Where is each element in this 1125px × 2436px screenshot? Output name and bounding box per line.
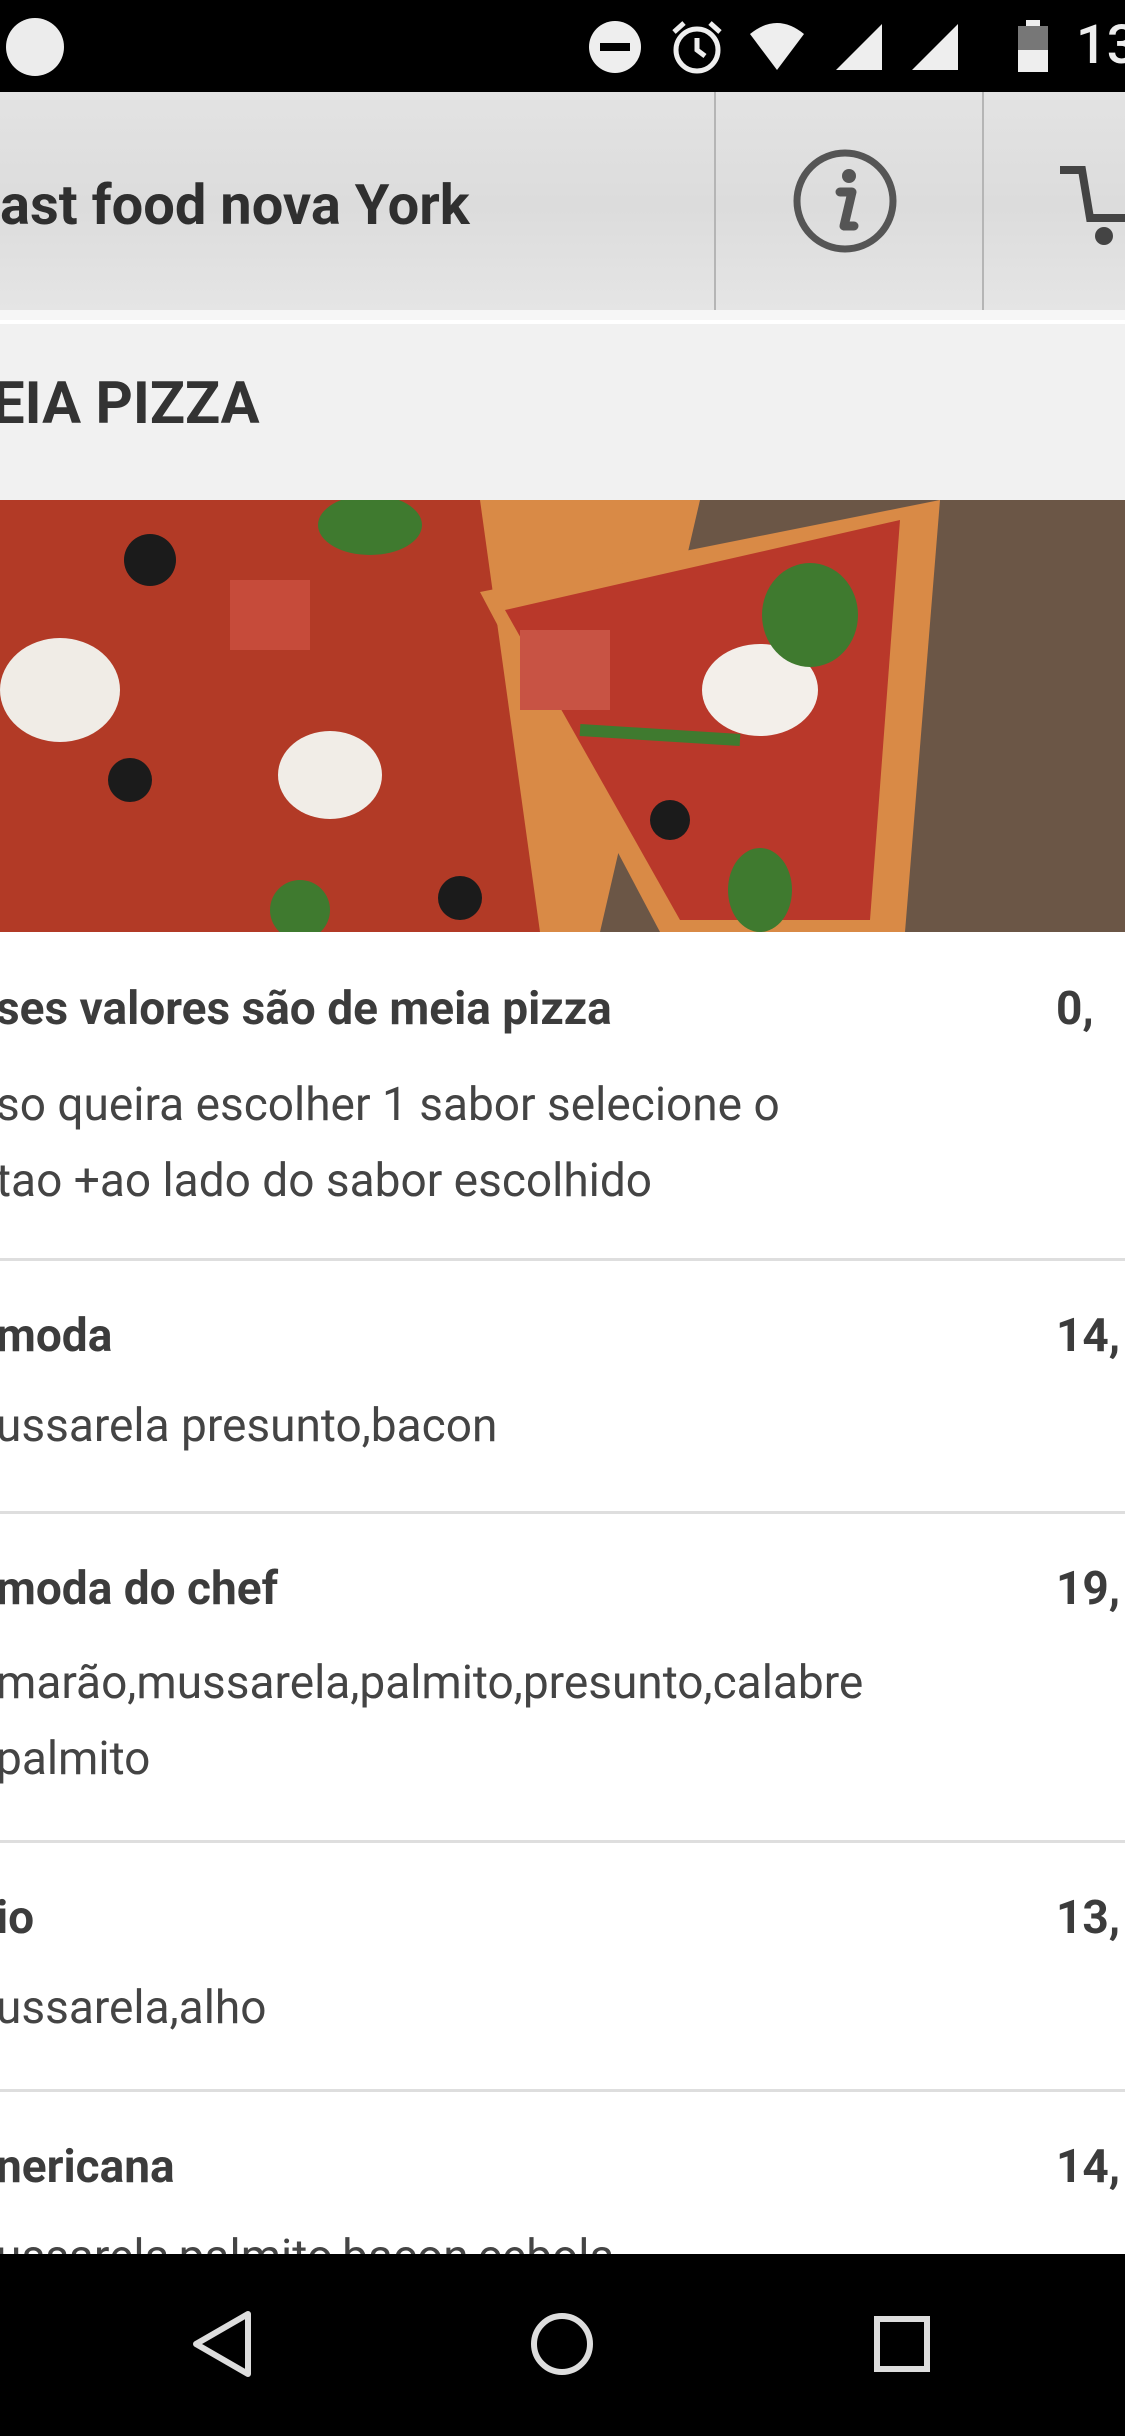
app-header: ast food nova York <box>0 92 1125 320</box>
menu-item[interactable]: nericana 14, ussarela,palmito,bacon,cebo… <box>0 2092 1125 2284</box>
battery-icon <box>1018 20 1048 72</box>
header-bottom-line <box>0 310 1125 320</box>
item-name: io <box>0 1891 35 1945</box>
item-price: 19, <box>1056 1562 1121 1616</box>
menu-item[interactable]: moda do chef 19, marão,mussarela,palmito… <box>0 1514 1125 1843</box>
menu-item[interactable]: io 13, ussarela,alho <box>0 1843 1125 2092</box>
status-time: 13 <box>1076 14 1125 77</box>
item-desc-line: ussarela presunto,bacon <box>0 1399 498 1453</box>
recents-square-icon[interactable] <box>862 2304 942 2384</box>
signal-icon-2 <box>912 24 958 70</box>
item-price: 0, <box>1056 982 1094 1036</box>
item-desc-line: tao +ao lado do sabor escolhido <box>0 1154 653 1208</box>
category-header: EIA PIZZA <box>0 324 1125 500</box>
header-divider <box>714 92 716 320</box>
header-divider <box>982 92 984 320</box>
status-bar: 13 <box>0 0 1125 92</box>
wifi-icon <box>750 23 804 70</box>
cart-icon[interactable] <box>1060 152 1125 252</box>
menu-item[interactable]: moda 14, ussarela presunto,bacon <box>0 1261 1125 1514</box>
pizza-banner-image <box>0 500 1125 932</box>
info-icon[interactable] <box>790 146 900 256</box>
home-circle-icon[interactable] <box>522 2304 602 2384</box>
item-price: 14, <box>1056 1309 1121 1363</box>
store-title: ast food nova York <box>0 172 470 238</box>
item-desc-line: ussarela,alho <box>0 1981 267 2035</box>
item-desc-line: so queira escolher 1 sabor selecione o <box>0 1078 780 1132</box>
navigation-bar <box>0 2254 1125 2436</box>
signal-icon <box>836 24 882 70</box>
alarm-icon <box>672 21 722 74</box>
item-name: moda do chef <box>0 1562 279 1616</box>
item-name: moda <box>0 1309 113 1363</box>
menu-item[interactable]: ses valores são de meia pizza 0, so quei… <box>0 932 1125 1261</box>
item-desc-line: palmito <box>0 1732 151 1786</box>
item-price: 13, <box>1056 1891 1121 1945</box>
item-name: nericana <box>0 2140 175 2194</box>
back-triangle-icon[interactable] <box>182 2304 262 2384</box>
notification-dot-icon <box>6 18 64 76</box>
item-desc-line: marão,mussarela,palmito,presunto,calabre <box>0 1656 864 1710</box>
item-name: ses valores são de meia pizza <box>0 982 612 1036</box>
item-price: 14, <box>1056 2140 1121 2194</box>
do-not-disturb-icon <box>589 21 641 73</box>
category-title: EIA PIZZA <box>0 370 260 438</box>
